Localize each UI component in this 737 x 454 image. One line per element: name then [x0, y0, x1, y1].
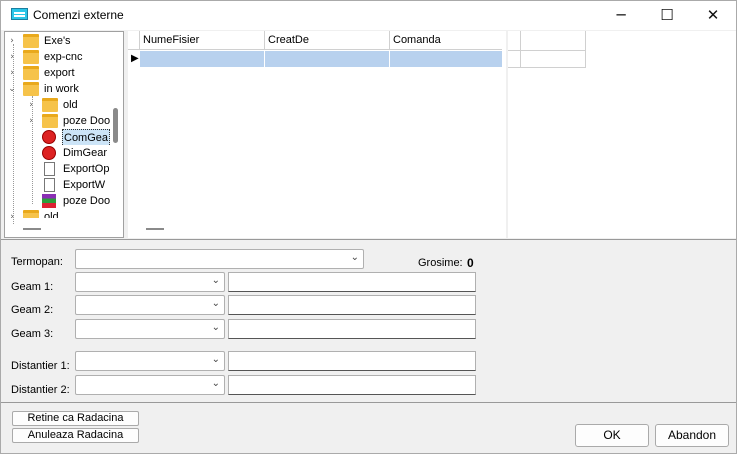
rar-archive-icon: [42, 194, 56, 208]
anuleaza-radacina-button[interactable]: Anuleaza Radacina: [12, 428, 139, 443]
file-icon: [44, 162, 55, 176]
tree-item-label: ExportOp: [63, 163, 110, 175]
tree-item-label: poze Doo: [63, 115, 110, 127]
tree-item-label: exp-cnc: [44, 51, 83, 63]
column-header-comanda[interactable]: Comanda: [390, 31, 502, 50]
distantier2-field[interactable]: [228, 375, 476, 395]
tree-item-exportw[interactable]: ExportW: [26, 177, 110, 193]
grosime-label: Grosime:: [418, 257, 463, 269]
grid-line: [585, 31, 586, 68]
tree-item-label: export: [44, 67, 75, 79]
expand-icon[interactable]: ›: [7, 65, 17, 81]
tree-item-label: ComGea: [62, 129, 110, 145]
distantier2-select[interactable]: ⌄: [75, 375, 225, 395]
minimize-button[interactable]: ─: [598, 1, 644, 30]
chevron-down-icon: ⌄: [211, 275, 220, 286]
geam3-field[interactable]: [228, 319, 476, 339]
distantier1-label: Distantier 1:: [11, 360, 70, 372]
distantier1-select[interactable]: ⌄: [75, 351, 225, 371]
geam1-field[interactable]: [228, 272, 476, 292]
expand-icon[interactable]: ›: [7, 33, 17, 49]
distantier1-field[interactable]: [228, 351, 476, 371]
chevron-down-icon: ⌄: [211, 354, 220, 365]
retine-radacina-button[interactable]: Retine ca Radacina: [12, 411, 139, 426]
cell-creatde[interactable]: [265, 51, 390, 67]
tree-item-label: ExportW: [63, 179, 106, 191]
geam3-select[interactable]: ⌄: [75, 319, 225, 339]
folder-icon: [23, 210, 39, 218]
cell-comanda[interactable]: [390, 51, 502, 67]
tree-item-poze-archive[interactable]: poze Doo: [26, 193, 110, 209]
expand-icon[interactable]: ›: [26, 97, 36, 113]
grid-horizontal-scrollbar[interactable]: [146, 228, 164, 230]
grosime-value: 0: [467, 256, 474, 270]
tree-item-poze[interactable]: › poze Doo: [26, 113, 110, 129]
tree-item-exes[interactable]: › Exe's: [7, 33, 117, 49]
files-grid[interactable]: NumeFisier CreatDe Comanda ▶: [128, 31, 506, 238]
tree-horizontal-scrollbar[interactable]: [23, 228, 41, 230]
chevron-down-icon: ⌄: [211, 322, 220, 333]
geam1-select[interactable]: ⌄: [75, 272, 225, 292]
chevron-down-icon: ⌄: [211, 298, 220, 309]
collapse-icon[interactable]: ⌄: [7, 81, 17, 97]
distantier2-label: Distantier 2:: [11, 384, 70, 396]
stop-file-icon: [42, 130, 56, 144]
title-bar[interactable]: Comenzi externe ─ ☐ ✕: [1, 1, 736, 30]
tree-item-label: old: [44, 211, 59, 218]
grid-line: [520, 31, 521, 68]
tree-item-label: in work: [44, 83, 79, 95]
termopan-select[interactable]: ⌄: [75, 249, 364, 269]
termopan-label: Termopan:: [11, 256, 63, 268]
close-button[interactable]: ✕: [690, 1, 736, 30]
tree-item-comgea[interactable]: ComGea: [26, 129, 110, 145]
folder-icon: [42, 98, 58, 112]
window-title: Comenzi externe: [33, 8, 124, 22]
folder-icon: [23, 34, 39, 48]
geam2-label: Geam 2:: [11, 304, 54, 316]
folder-icon: [23, 66, 39, 80]
folder-tree[interactable]: › Exe's › exp-cnc › export ⌄ in work › o…: [4, 31, 124, 238]
column-header-creatde[interactable]: CreatDe: [265, 31, 390, 50]
geam2-field[interactable]: [228, 295, 476, 315]
tree-item-label: poze Doo: [63, 195, 110, 207]
tree-item-old-root[interactable]: › old: [7, 209, 117, 218]
grid-header: NumeFisier CreatDe Comanda: [128, 31, 502, 50]
folder-icon: [23, 82, 39, 96]
tree-item-in-work[interactable]: ⌄ in work: [7, 81, 117, 97]
dialog-window: Comenzi externe ─ ☐ ✕ › Exe's › exp-cnc …: [0, 0, 737, 454]
chevron-down-icon: ⌄: [211, 378, 220, 389]
table-row[interactable]: [140, 51, 502, 67]
expand-icon[interactable]: ›: [26, 113, 36, 129]
file-icon: [44, 178, 55, 192]
tree-item-exportop[interactable]: ExportOp: [26, 161, 110, 177]
tree-item-old[interactable]: › old: [26, 97, 118, 113]
grid-corner-cell: [128, 31, 140, 50]
geam2-select[interactable]: ⌄: [75, 295, 225, 315]
tree-item-label: DimGear: [63, 147, 108, 159]
app-icon: [11, 8, 28, 20]
tree-item-export[interactable]: › export: [7, 65, 117, 81]
expand-icon[interactable]: ›: [7, 209, 17, 218]
tree-item-label: Exe's: [44, 35, 71, 47]
cell-numefisier[interactable]: [140, 51, 265, 67]
abandon-button[interactable]: Abandon: [655, 424, 729, 447]
tree-item-label: old: [63, 99, 78, 111]
expand-icon[interactable]: ›: [7, 49, 17, 65]
current-row-indicator: ▶: [131, 53, 139, 64]
geam1-label: Geam 1:: [11, 281, 54, 293]
chevron-down-icon: ⌄: [350, 252, 359, 263]
tree-item-exp-cnc[interactable]: › exp-cnc: [7, 49, 117, 65]
geam3-label: Geam 3:: [11, 328, 54, 340]
folder-icon: [23, 50, 39, 64]
folder-icon: [42, 114, 58, 128]
tree-vertical-scrollbar[interactable]: [113, 108, 118, 143]
tree-item-dimgear[interactable]: DimGear: [26, 145, 110, 161]
maximize-button[interactable]: ☐: [644, 1, 690, 30]
column-header-numefisier[interactable]: NumeFisier: [140, 31, 265, 50]
ok-button[interactable]: OK: [575, 424, 649, 447]
stop-file-icon: [42, 146, 56, 160]
details-grid[interactable]: [508, 31, 736, 238]
